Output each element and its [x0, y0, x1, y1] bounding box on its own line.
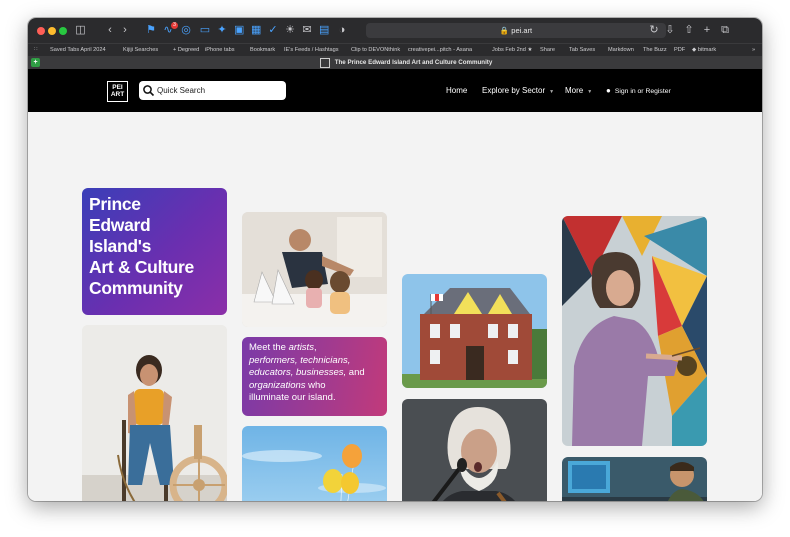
meet-text-italic: performers, technicians, [249, 354, 351, 366]
extension-icon[interactable]: ☀ [285, 24, 295, 37]
share-icon[interactable]: ⇧ [684, 24, 694, 37]
meet-text: and [346, 367, 365, 379]
nav-more[interactable]: More ▼ [565, 69, 592, 112]
meet-description: Meet the artists, performers, technician… [249, 342, 379, 405]
search-icon [143, 85, 155, 97]
logo-text-bottom: ART [110, 91, 125, 98]
sign-in-label: Sign in or Register [614, 88, 671, 95]
photo-woman-spinning-wheel[interactable] [82, 325, 227, 501]
bookmarks-bar: ∷ Saved Tabs April 2024 Kijiji Searches … [28, 43, 762, 57]
site-logo[interactable]: PEI ART [107, 81, 128, 102]
web-page: PEI ART Quick Search Home Explore by Sec… [28, 69, 762, 501]
tab-title: The Prince Edward Island Art and Culture… [334, 59, 493, 66]
hero-title-line: Prince [89, 194, 141, 214]
lock-icon: 🔒 [499, 26, 510, 35]
photo-balloons-sky[interactable] [242, 426, 387, 501]
nav-more-label: More [565, 86, 584, 95]
minimize-window-button[interactable] [48, 27, 56, 35]
site-favicon-icon [320, 57, 330, 68]
meet-text: Meet the [249, 342, 289, 353]
bookmark-icon[interactable]: ⚑ [146, 24, 156, 37]
photo-technician-laptop[interactable] [562, 457, 707, 501]
browser-window: ◫ ‹ › ⚑ ∿ 3 ◎ ▭ ✦ ▣ ▦ ✓ ☀ ✉ ▤ ◑ 🔒 pei.ar… [28, 18, 762, 501]
balloons-illustration [242, 426, 387, 501]
extension-icon[interactable]: ▦ [251, 24, 261, 37]
shield-icon[interactable]: ◑ [337, 24, 347, 37]
meet-text-italic: artists [288, 342, 314, 353]
technician-illustration [562, 457, 707, 501]
extension-icon[interactable]: ▣ [234, 24, 244, 37]
quick-search-input[interactable]: Quick Search [139, 81, 286, 100]
meet-text-italic: organizations [249, 379, 306, 391]
photo-woman-painting-mural[interactable] [562, 216, 707, 446]
extension-icon[interactable]: ▤ [319, 24, 329, 37]
nav-explore-by-sector[interactable]: Explore by Sector ▼ [482, 69, 554, 112]
meet-text: illuminate our island. [249, 392, 336, 404]
url-text: pei.art [511, 26, 533, 35]
sidebar-toggle-icon[interactable]: ◫ [75, 24, 86, 37]
hero-title-line: Edward [89, 215, 151, 235]
hero-title-line: Community [89, 278, 183, 298]
hero-title-card: Prince Edward Island's Art & Culture Com… [82, 188, 227, 315]
close-window-button[interactable] [37, 27, 45, 35]
family-painting-illustration [242, 212, 387, 327]
photo-family-painting[interactable] [242, 212, 387, 327]
meet-text: , [313, 342, 317, 353]
woman-spinning-illustration [82, 325, 227, 501]
hero-title-line: Art & Culture [89, 257, 194, 277]
meet-text: who [305, 379, 326, 391]
sheets-tab-icon[interactable]: + [31, 58, 40, 67]
singer-illustration [402, 399, 547, 501]
search-placeholder: Quick Search [157, 86, 206, 95]
extension-icon[interactable]: ◎ [181, 24, 191, 37]
painter-illustration [562, 216, 707, 446]
extension-icon[interactable]: ✦ [217, 24, 227, 37]
sign-in-link[interactable]: ● Sign in or Register [606, 69, 671, 112]
hero-title-line: Island's [89, 236, 152, 256]
forward-icon[interactable]: › [120, 24, 130, 37]
back-icon[interactable]: ‹ [105, 24, 115, 37]
new-tab-icon[interactable]: + [702, 24, 712, 37]
chevron-down-icon: ▼ [587, 89, 593, 95]
hero-title: Prince Edward Island's Art & Culture Com… [89, 194, 209, 299]
extension-icon[interactable]: ✓ [268, 24, 278, 37]
address-bar[interactable]: 🔒 pei.art [366, 23, 666, 38]
user-icon: ● [606, 86, 611, 95]
logo-text-top: PEI [112, 84, 123, 91]
reload-icon[interactable]: ↻ [649, 24, 659, 37]
photo-singer-guitar[interactable] [402, 399, 547, 501]
active-tab[interactable]: The Prince Edward Island Art and Culture… [320, 56, 492, 69]
site-header: PEI ART Quick Search Home Explore by Sec… [28, 69, 762, 112]
tab-bar: + The Prince Edward Island Art and Cultu… [28, 56, 762, 69]
photo-heritage-building[interactable] [402, 274, 547, 388]
chevron-down-icon: ▼ [549, 89, 555, 95]
tab-overview-icon[interactable]: ⧉ [720, 24, 730, 37]
meet-community-card: Meet the artists, performers, technician… [242, 337, 387, 416]
downloads-icon[interactable]: ⇩ [665, 24, 675, 37]
nav-explore-label: Explore by Sector [482, 86, 546, 95]
meet-text-italic: educators, businesses, [249, 367, 347, 379]
extension-icon[interactable]: ✉ [302, 24, 312, 37]
extension-icon[interactable]: ▭ [199, 24, 211, 37]
notification-badge: 3 [171, 22, 178, 29]
nav-home-link[interactable]: Home [446, 69, 467, 112]
heritage-building-illustration [402, 274, 547, 388]
browser-toolbar: ◫ ‹ › ⚑ ∿ 3 ◎ ▭ ✦ ▣ ▦ ✓ ☀ ✉ ▤ ◑ 🔒 pei.ar… [28, 18, 762, 43]
zoom-window-button[interactable] [59, 27, 67, 35]
